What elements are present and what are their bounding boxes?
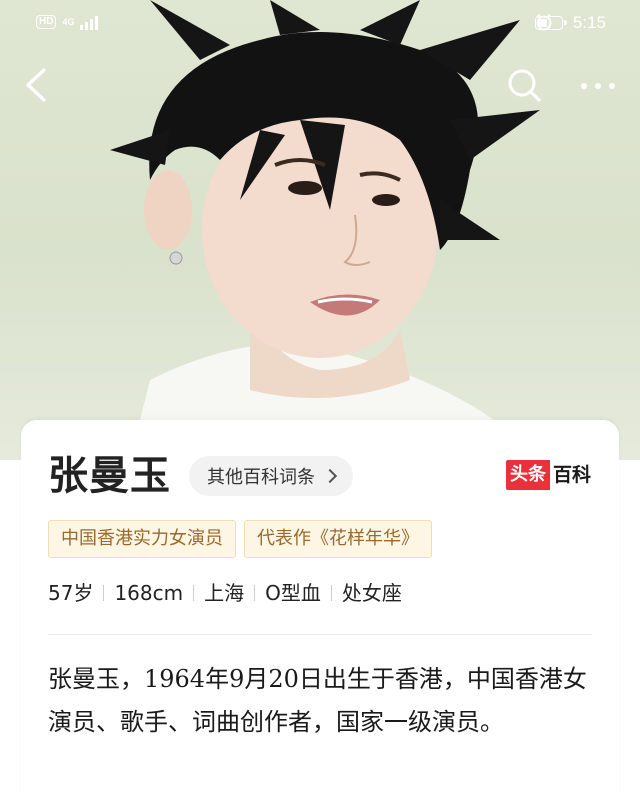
fact-birthplace: 上海 [204, 581, 245, 605]
fact-divider [103, 585, 105, 601]
brand-logo-part2: 百科 [552, 464, 591, 486]
toutiao-baike-logo: 头条 百科 [505, 460, 593, 490]
tag-chip[interactable]: 中国香港实力女演员 [48, 520, 236, 558]
fact-divider [254, 585, 256, 601]
status-bar: HD 4G 5:15 [0, 0, 640, 48]
fact-blood-type: O型血 [265, 581, 321, 605]
brand-logo-part1: 头条 [505, 460, 550, 490]
card-divider [48, 634, 592, 635]
chevron-left-icon [26, 68, 46, 102]
hd-badge: HD [36, 15, 57, 29]
other-entries-button[interactable]: 其他百科词条 [189, 456, 353, 496]
battery-icon [534, 16, 567, 30]
fact-age: 57岁 [48, 581, 94, 605]
more-horizontal-icon [581, 83, 615, 89]
tags-row: 中国香港实力女演员 代表作《花样年华》 [48, 520, 432, 558]
more-options-button[interactable] [576, 70, 620, 102]
entry-summary: 张曼玉，1964年9月20日出生于香港，中国香港女演员、歌手、词曲创作者，国家一… [48, 665, 587, 736]
back-button[interactable] [18, 62, 58, 108]
search-icon [508, 69, 541, 102]
fact-zodiac: 处女座 [341, 581, 402, 605]
facts-row: 57岁 168cm 上海 O型血 处女座 [48, 578, 402, 608]
status-bar-right: 5:15 [534, 13, 606, 33]
fact-height: 168cm [114, 581, 184, 605]
other-entries-label: 其他百科词条 [207, 467, 315, 488]
entry-title: 张曼玉 [48, 453, 171, 499]
network-type-label: 4G [62, 16, 75, 27]
hero-portrait-image: HD 4G 5:15 [0, 0, 640, 460]
status-bar-left: HD 4G [36, 14, 99, 30]
fact-divider [193, 585, 195, 601]
title-row: 张曼玉 其他百科词条 [48, 450, 353, 502]
entry-info-card: 张曼玉 其他百科词条 头条 百科 中国香港实力女演员 代表作《花样年华》 57岁… [21, 420, 619, 792]
tag-chip[interactable]: 代表作《花样年华》 [244, 520, 432, 558]
screen: HD 4G 5:15 张曼玉 其他百科词条 头条 百科 中国香港实力女演员 代表… [0, 0, 640, 792]
search-button[interactable] [502, 64, 546, 108]
signal-strength-icon [80, 14, 99, 30]
status-time: 5:15 [572, 13, 606, 32]
chevron-right-icon [322, 468, 338, 484]
fact-divider [330, 585, 332, 601]
